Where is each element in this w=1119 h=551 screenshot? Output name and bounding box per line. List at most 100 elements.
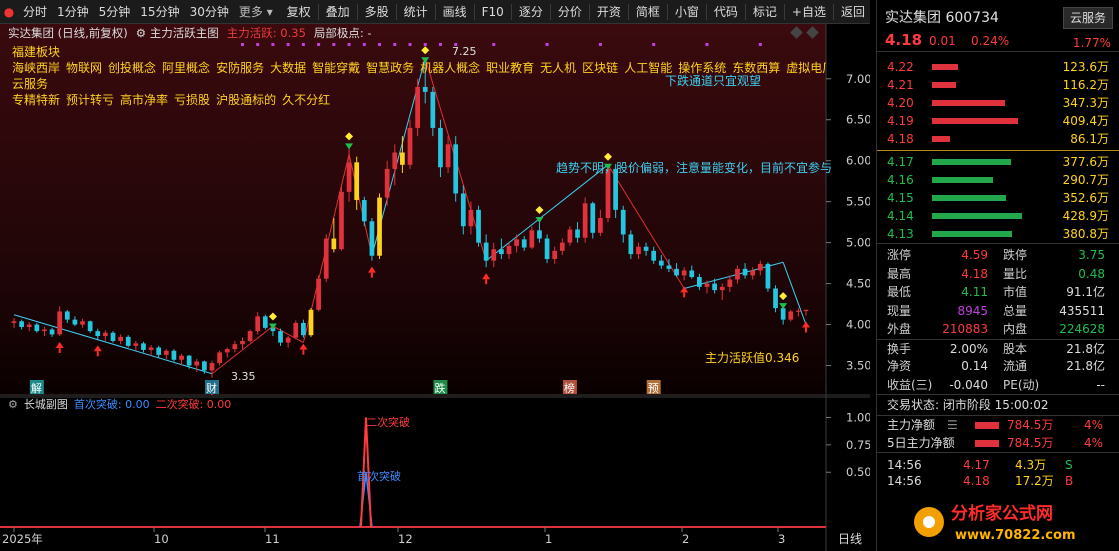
candle-body[interactable] <box>163 350 169 355</box>
candle-body[interactable] <box>285 337 291 343</box>
candle-body[interactable] <box>57 311 63 335</box>
candle-body[interactable] <box>346 162 352 192</box>
candle-body[interactable] <box>780 308 786 320</box>
ask-row[interactable]: 4.18 86.1万 <box>877 130 1119 148</box>
indicator-selector[interactable]: ⚙ 主力活跃主图 <box>136 25 219 41</box>
concept-tag[interactable]: 职业教育 <box>486 61 534 75</box>
candle-body[interactable] <box>171 350 177 360</box>
candle-body[interactable] <box>34 324 40 332</box>
candle-body[interactable] <box>803 309 809 312</box>
candle-body[interactable] <box>148 347 154 350</box>
toolbar-multistock-button[interactable]: 多股 <box>360 0 394 24</box>
candle-body[interactable] <box>11 321 17 323</box>
concept-tag[interactable]: 久不分红 <box>282 93 330 107</box>
candle-body[interactable] <box>26 324 32 328</box>
candle-body[interactable] <box>598 218 603 233</box>
candle-body[interactable] <box>49 329 55 335</box>
bid-row[interactable]: 4.16 290.7万 <box>877 171 1119 189</box>
candle-body[interactable] <box>19 321 24 328</box>
candle-body[interactable] <box>750 270 756 276</box>
candle-body[interactable] <box>217 352 222 364</box>
candle-body[interactable] <box>476 209 481 243</box>
candle-body[interactable] <box>384 168 390 198</box>
candle-body[interactable] <box>156 347 162 355</box>
candle-body[interactable] <box>544 238 550 260</box>
candle-body[interactable] <box>64 311 70 320</box>
candle-body[interactable] <box>537 230 542 239</box>
candle-body[interactable] <box>262 316 268 328</box>
candle-body[interactable] <box>674 268 679 276</box>
concept-tag[interactable]: 预计转亏 <box>66 93 114 107</box>
bid-row[interactable]: 4.14 428.9万 <box>877 207 1119 225</box>
toolbar-adjust-button[interactable]: 复权 <box>282 0 316 24</box>
sub-settings-icon[interactable]: ⚙ <box>8 398 18 412</box>
candle-body[interactable] <box>514 239 519 246</box>
candle-body[interactable] <box>339 191 344 250</box>
concept-tag[interactable]: 阿里概念 <box>162 61 210 75</box>
concept-tag[interactable]: 创投概念 <box>108 61 156 75</box>
toolbar-stats-button[interactable]: 统计 <box>399 0 433 24</box>
sub-indicator-chart[interactable]: 1.000.750.50 2025年 10 11 12 1 2 3 首次突破 二次突破 日线 <box>0 396 870 551</box>
candle-body[interactable] <box>666 265 672 269</box>
candle-body[interactable] <box>628 234 634 255</box>
candle-body[interactable] <box>719 286 725 291</box>
candle-body[interactable] <box>757 263 763 271</box>
candle-body[interactable] <box>468 209 474 227</box>
concept-tag[interactable]: 智能穿戴 <box>312 61 360 75</box>
candle-body[interactable] <box>42 329 47 332</box>
ask-row[interactable]: 4.20 347.3万 <box>877 94 1119 112</box>
candle-body[interactable] <box>460 193 466 227</box>
toolbar-per-minute-button[interactable]: 逐分 <box>514 0 548 24</box>
bid-row[interactable]: 4.17 377.6万 <box>877 153 1119 171</box>
toolbar-f10-button[interactable]: F10 <box>477 0 509 24</box>
candle-body[interactable] <box>308 309 314 336</box>
candle-body[interactable] <box>704 283 710 287</box>
concept-tag[interactable]: 人工智能 <box>624 61 672 75</box>
concept-tag[interactable]: 物联网 <box>66 61 102 75</box>
candle-body[interactable] <box>643 246 649 251</box>
candle-body[interactable] <box>582 203 588 238</box>
candle-body[interactable] <box>103 332 108 337</box>
candle-body[interactable] <box>529 230 535 248</box>
candle-body[interactable] <box>354 162 360 201</box>
candle-body[interactable] <box>438 127 443 168</box>
candle-body[interactable] <box>293 322 299 338</box>
candle-body[interactable] <box>499 249 504 255</box>
sub-indicator-name[interactable]: 长城副图 <box>24 398 68 412</box>
concept-tag[interactable]: 高市净率 <box>120 93 168 107</box>
concept-tag[interactable]: 区块链 <box>582 61 618 75</box>
candle-body[interactable] <box>209 363 215 371</box>
concept-tag[interactable]: 云服务 <box>12 77 48 91</box>
toolbar-price-dist-button[interactable]: 分价 <box>553 0 587 24</box>
toolbar-draw-button[interactable]: 画线 <box>438 0 472 24</box>
candle-body[interactable] <box>506 245 512 255</box>
candle-body[interactable] <box>232 344 238 350</box>
concept-tag[interactable]: 无人机 <box>540 61 576 75</box>
candle-body[interactable] <box>788 311 794 320</box>
candle-body[interactable] <box>735 268 740 280</box>
concept-tag[interactable]: 虚拟电厂 <box>786 61 826 75</box>
candle-body[interactable] <box>796 310 801 312</box>
candle-body[interactable] <box>323 238 329 279</box>
candle-body[interactable] <box>697 277 702 287</box>
candle-body[interactable] <box>521 239 527 248</box>
candle-body[interactable] <box>179 355 184 360</box>
concept-tag[interactable]: 专精特新 <box>12 93 60 107</box>
concept-tag[interactable]: 智慧政务 <box>366 61 414 75</box>
candle-body[interactable] <box>186 355 192 366</box>
candle-body[interactable] <box>613 168 618 210</box>
period-tab-30min[interactable]: 30分钟 <box>185 0 234 24</box>
period-tab-5min[interactable]: 5分钟 <box>94 0 136 24</box>
candle-body[interactable] <box>361 200 367 222</box>
concept-tag[interactable]: 操作系统 <box>678 61 726 75</box>
candle-body[interactable] <box>658 260 664 266</box>
candle-body[interactable] <box>80 321 85 325</box>
concept-tag[interactable]: 沪股通标的 <box>216 93 276 107</box>
concept-tag[interactable]: 福建板块 <box>12 45 60 59</box>
candle-body[interactable] <box>636 246 641 255</box>
candle-body[interactable] <box>445 144 451 168</box>
period-more-menu[interactable]: 更多 ▾ <box>234 0 278 24</box>
candle-body[interactable] <box>87 321 93 332</box>
concept-tag[interactable]: 东数西算 <box>732 61 780 75</box>
concept-tag[interactable]: 机器人概念 <box>420 61 480 75</box>
